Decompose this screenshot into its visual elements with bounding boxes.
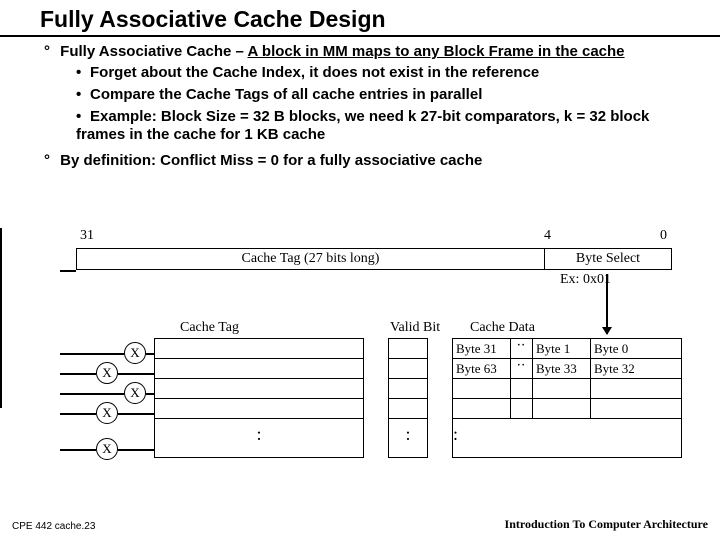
- footer-right: Introduction To Computer Architecture: [505, 517, 708, 532]
- table-row: [389, 399, 427, 419]
- header-cachetag: Cache Tag: [180, 320, 239, 336]
- cell: Byte 0: [591, 339, 681, 358]
- tag-addr-connect: [60, 270, 76, 272]
- bit-hi: 31: [80, 228, 94, 244]
- table-row: [453, 399, 681, 419]
- comparator-icon: X: [124, 342, 146, 364]
- bit-lo: 0: [660, 228, 667, 244]
- address-box: Cache Tag (27 bits long) Byte Select: [76, 248, 672, 270]
- tag-line: [60, 449, 96, 451]
- header-cachedata: Cache Data: [470, 320, 535, 336]
- table-row: [155, 379, 363, 399]
- comparator-icon: X: [96, 362, 118, 384]
- example-label: Ex: 0x01: [560, 272, 611, 288]
- bullet-1: ° Fully Associative Cache – A block in M…: [44, 43, 700, 144]
- cell-dots: ··: [511, 359, 533, 378]
- cmp-to-tag-line: [146, 353, 154, 355]
- table-row: Byte 63 ·· Byte 33 Byte 32: [453, 359, 681, 379]
- header-validbit: Valid Bit: [390, 320, 440, 336]
- cell: Byte 33: [533, 359, 591, 378]
- bit-mid: 4: [544, 228, 551, 244]
- cache-diagram: 31 4 0 Cache Tag (27 bits long) Byte Sel…: [0, 228, 720, 508]
- tag-line: [60, 413, 96, 415]
- tag-line: [60, 393, 124, 395]
- cachetag-table: :: [154, 338, 364, 458]
- comparator-icon: X: [96, 402, 118, 424]
- cmp-to-tag-line: [118, 449, 154, 451]
- table-row-colon: :: [389, 419, 427, 457]
- sub-bullet-2: •Compare the Cache Tags of all cache ent…: [76, 86, 700, 104]
- validbit-table: :: [388, 338, 428, 458]
- table-row-colon: :: [155, 419, 363, 457]
- bullet1-underline: A block in MM maps to any Block Frame in…: [247, 43, 624, 60]
- slide-title: Fully Associative Cache Design: [0, 0, 720, 37]
- tag-line: [60, 353, 124, 355]
- cell: Byte 1: [533, 339, 591, 358]
- cmp-to-tag-line: [118, 373, 154, 375]
- footer-left: CPE 442 cache.23: [12, 521, 95, 532]
- bullet1-prefix: Fully Associative Cache –: [60, 43, 247, 60]
- table-row: [155, 399, 363, 419]
- sub-bullet-3: •Example: Block Size = 32 B blocks, we n…: [76, 108, 700, 144]
- table-row: [155, 359, 363, 379]
- table-row-colon: :: [453, 419, 681, 457]
- table-row: [155, 339, 363, 359]
- table-row: [389, 359, 427, 379]
- addr-byteselect-field: Byte Select: [545, 249, 671, 269]
- cmp-to-tag-line: [146, 393, 154, 395]
- tag-vertical-line: [0, 228, 2, 408]
- cell-dots: ··: [511, 339, 533, 358]
- table-row: [389, 339, 427, 359]
- byteselect-arrow: [606, 274, 608, 334]
- addr-tag-field: Cache Tag (27 bits long): [77, 249, 545, 269]
- cell: Byte 32: [591, 359, 681, 378]
- slide-content: ° Fully Associative Cache – A block in M…: [0, 43, 720, 169]
- cell: Byte 63: [453, 359, 511, 378]
- sub-bullet-1: •Forget about the Cache Index, it does n…: [76, 64, 700, 82]
- table-row: Byte 31 ·· Byte 1 Byte 0: [453, 339, 681, 359]
- comparator-icon: X: [96, 438, 118, 460]
- cmp-to-tag-line: [118, 413, 154, 415]
- table-row: [453, 379, 681, 399]
- cachedata-table: Byte 31 ·· Byte 1 Byte 0 Byte 63 ·· Byte…: [452, 338, 682, 458]
- tag-line: [60, 373, 96, 375]
- bullet-2: ° By definition: Conflict Miss = 0 for a…: [44, 152, 700, 169]
- cell: Byte 31: [453, 339, 511, 358]
- comparator-icon: X: [124, 382, 146, 404]
- table-row: [389, 379, 427, 399]
